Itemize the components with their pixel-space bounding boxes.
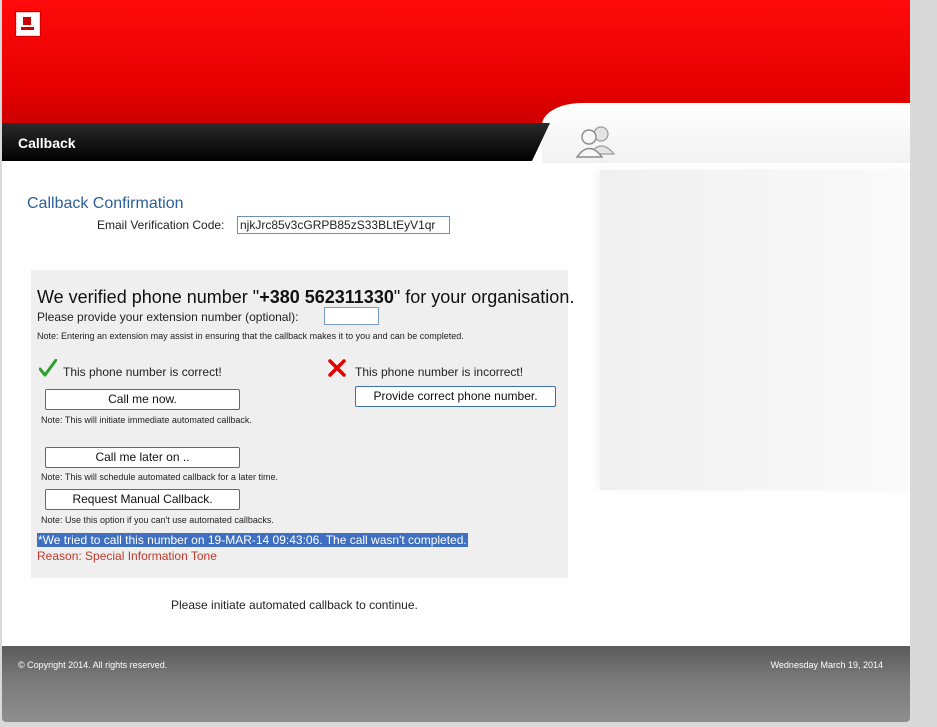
- callback-attempt-message: *We tried to call this number on 19-MAR-…: [37, 533, 468, 547]
- request-manual-callback-button[interactable]: Request Manual Callback.: [45, 489, 240, 510]
- continue-instruction: Please initiate automated callback to co…: [171, 598, 418, 612]
- manual-callback-note: Note: Use this option if you can't use a…: [41, 515, 274, 525]
- page-frame: Callback Callback Confirmation Email Ver…: [2, 0, 910, 722]
- extension-note: Note: Entering an extension may assist i…: [37, 331, 464, 341]
- callback-failure-reason: Reason: Special Information Tone: [37, 549, 217, 563]
- verified-suffix: " for your organisation.: [393, 287, 575, 307]
- correct-label: This phone number is correct!: [63, 365, 222, 379]
- email-code-label: Email Verification Code:: [97, 218, 225, 232]
- call-me-now-button[interactable]: Call me now.: [45, 389, 240, 410]
- copyright-text: © Copyright 2014. All rights reserved.: [18, 660, 168, 670]
- callback-confirmation-heading: Callback Confirmation: [27, 195, 184, 212]
- checkmark-icon: [39, 359, 57, 377]
- call-now-note: Note: This will initiate immediate autom…: [41, 415, 252, 425]
- provide-correct-number-button[interactable]: Provide correct phone number.: [355, 386, 556, 407]
- footer: [2, 646, 910, 722]
- users-icon: [575, 126, 616, 158]
- verified-prefix: We verified phone number ": [37, 287, 260, 307]
- verified-phone-message: We verified phone number "+380 562311330…: [37, 287, 574, 308]
- call-me-later-button[interactable]: Call me later on ..: [45, 447, 240, 468]
- incorrect-label: This phone number is incorrect!: [355, 365, 524, 379]
- title-bar: [2, 123, 550, 161]
- app-logo-icon[interactable]: [16, 12, 40, 36]
- call-later-note: Note: This will schedule automated callb…: [41, 472, 278, 482]
- extension-label: Please provide your extension number (op…: [37, 310, 299, 324]
- page-title: Callback: [18, 135, 76, 151]
- cross-icon: [328, 359, 346, 377]
- verified-phone-number: +380 562311330: [259, 287, 394, 307]
- extension-input[interactable]: [324, 307, 379, 325]
- right-side-panel: [600, 170, 910, 490]
- footer-date: Wednesday March 19, 2014: [770, 660, 883, 670]
- email-verification-code-input[interactable]: [237, 216, 450, 234]
